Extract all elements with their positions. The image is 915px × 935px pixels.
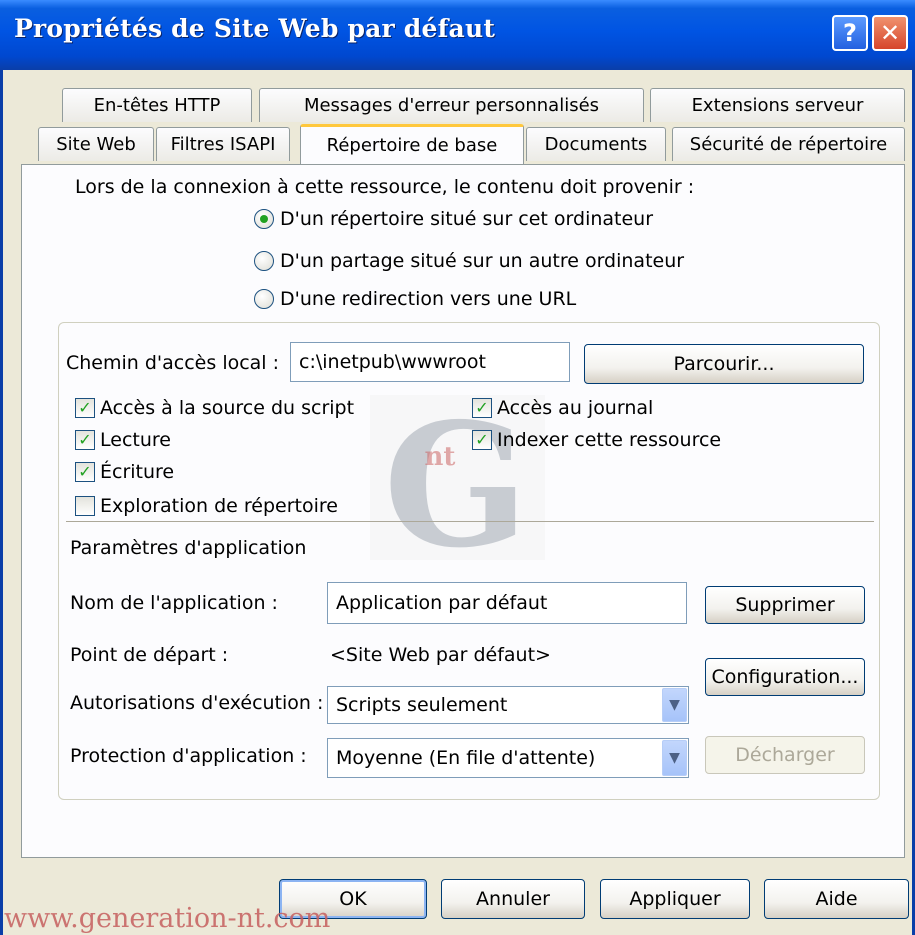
help-button[interactable]: ? (832, 15, 868, 51)
radio-circle (254, 209, 274, 229)
radio-url-redirect[interactable]: D'une redirection vers une URL (254, 288, 576, 310)
remove-button[interactable]: Supprimer (705, 586, 865, 624)
tab-custom-errors[interactable]: Messages d'erreur personnalisés (259, 88, 644, 122)
tab-documents[interactable]: Documents (526, 127, 666, 161)
tab-isapi-filters[interactable]: Filtres ISAPI (156, 127, 290, 161)
start-point-value: <Site Web par défaut> (330, 644, 551, 666)
checkbox-label: Accès au journal (497, 397, 654, 419)
checkmark-icon: ✓ (472, 430, 492, 450)
checkmark-icon: ✓ (75, 430, 95, 450)
checkbox-label: Accès à la source du script (100, 397, 355, 419)
configuration-button[interactable]: Configuration... (705, 658, 865, 696)
radio-dot (260, 215, 268, 223)
title-bar: Propriétés de Site Web par défaut ? ✕ (0, 0, 915, 70)
radio-circle (254, 251, 274, 271)
apply-button[interactable]: Appliquer (600, 879, 750, 919)
checkmark-icon: ✓ (472, 398, 492, 418)
tab-website[interactable]: Site Web (38, 127, 154, 161)
checkbox-directory-browsing[interactable]: Exploration de répertoire (75, 495, 338, 517)
settings-group (58, 322, 880, 800)
exec-permissions-label: Autorisations d'exécution : (70, 692, 324, 714)
exec-permissions-select[interactable]: Scripts seulement ▼ (327, 686, 689, 724)
radio-circle (254, 289, 274, 309)
checkbox-empty (75, 496, 95, 516)
radio-label: D'un partage situé sur un autre ordinate… (280, 250, 685, 272)
checkbox-label: Écriture (100, 461, 175, 483)
radio-label: D'une redirection vers une URL (280, 288, 577, 310)
radio-local-directory[interactable]: D'un répertoire situé sur cet ordinateur (254, 208, 653, 230)
browse-button[interactable]: Parcourir... (584, 344, 864, 384)
radio-label: D'un répertoire situé sur cet ordinateur (280, 208, 654, 230)
checkmark-icon: ✓ (75, 398, 95, 418)
app-name-input[interactable]: Application par défaut (327, 582, 687, 624)
chevron-down-icon[interactable]: ▼ (662, 740, 687, 776)
cancel-button[interactable]: Annuler (441, 879, 585, 919)
checkbox-index-resource[interactable]: ✓ Indexer cette ressource (472, 429, 721, 451)
unload-button[interactable]: Décharger (705, 736, 865, 774)
content-source-heading: Lors de la connexion à cette ressource, … (75, 176, 695, 198)
checkbox-log-visits[interactable]: ✓ Accès au journal (472, 397, 653, 419)
checkbox-read[interactable]: ✓ Lecture (75, 429, 171, 451)
checkbox-label: Exploration de répertoire (100, 495, 338, 517)
checkbox-write[interactable]: ✓ Écriture (75, 461, 174, 483)
checkbox-label: Indexer cette ressource (497, 429, 722, 451)
select-value: Moyenne (En file d'attente) (336, 747, 596, 769)
tab-directory-security[interactable]: Sécurité de répertoire (672, 127, 905, 161)
select-value: Scripts seulement (336, 694, 508, 716)
start-point-label: Point de départ : (70, 644, 229, 666)
separator (66, 521, 874, 522)
app-protection-label: Protection d'application : (70, 745, 307, 767)
chevron-down-icon[interactable]: ▼ (662, 688, 687, 722)
app-settings-heading: Paramètres d'application (70, 537, 307, 559)
site-watermark: www.generation-nt.com (4, 903, 331, 934)
local-path-label: Chemin d'accès local : (66, 352, 280, 374)
close-icon: ✕ (879, 19, 901, 47)
checkbox-label: Lecture (100, 429, 171, 451)
window-title: Propriétés de Site Web par défaut (14, 14, 496, 43)
local-path-input[interactable]: c:\inetpub\wwwroot (290, 342, 570, 382)
radio-network-share[interactable]: D'un partage situé sur un autre ordinate… (254, 250, 684, 272)
tab-home-directory[interactable]: Répertoire de base (300, 124, 524, 164)
tab-http-headers[interactable]: En-têtes HTTP (62, 88, 252, 122)
question-icon: ? (843, 19, 857, 47)
checkmark-icon: ✓ (75, 462, 95, 482)
tab-server-extensions[interactable]: Extensions serveur (650, 88, 905, 122)
help-footer-button[interactable]: Aide (764, 879, 909, 919)
close-button[interactable]: ✕ (872, 15, 908, 51)
app-name-label: Nom de l'application : (70, 592, 278, 614)
app-protection-select[interactable]: Moyenne (En file d'attente) ▼ (327, 738, 689, 778)
checkbox-script-source[interactable]: ✓ Accès à la source du script (75, 397, 354, 419)
